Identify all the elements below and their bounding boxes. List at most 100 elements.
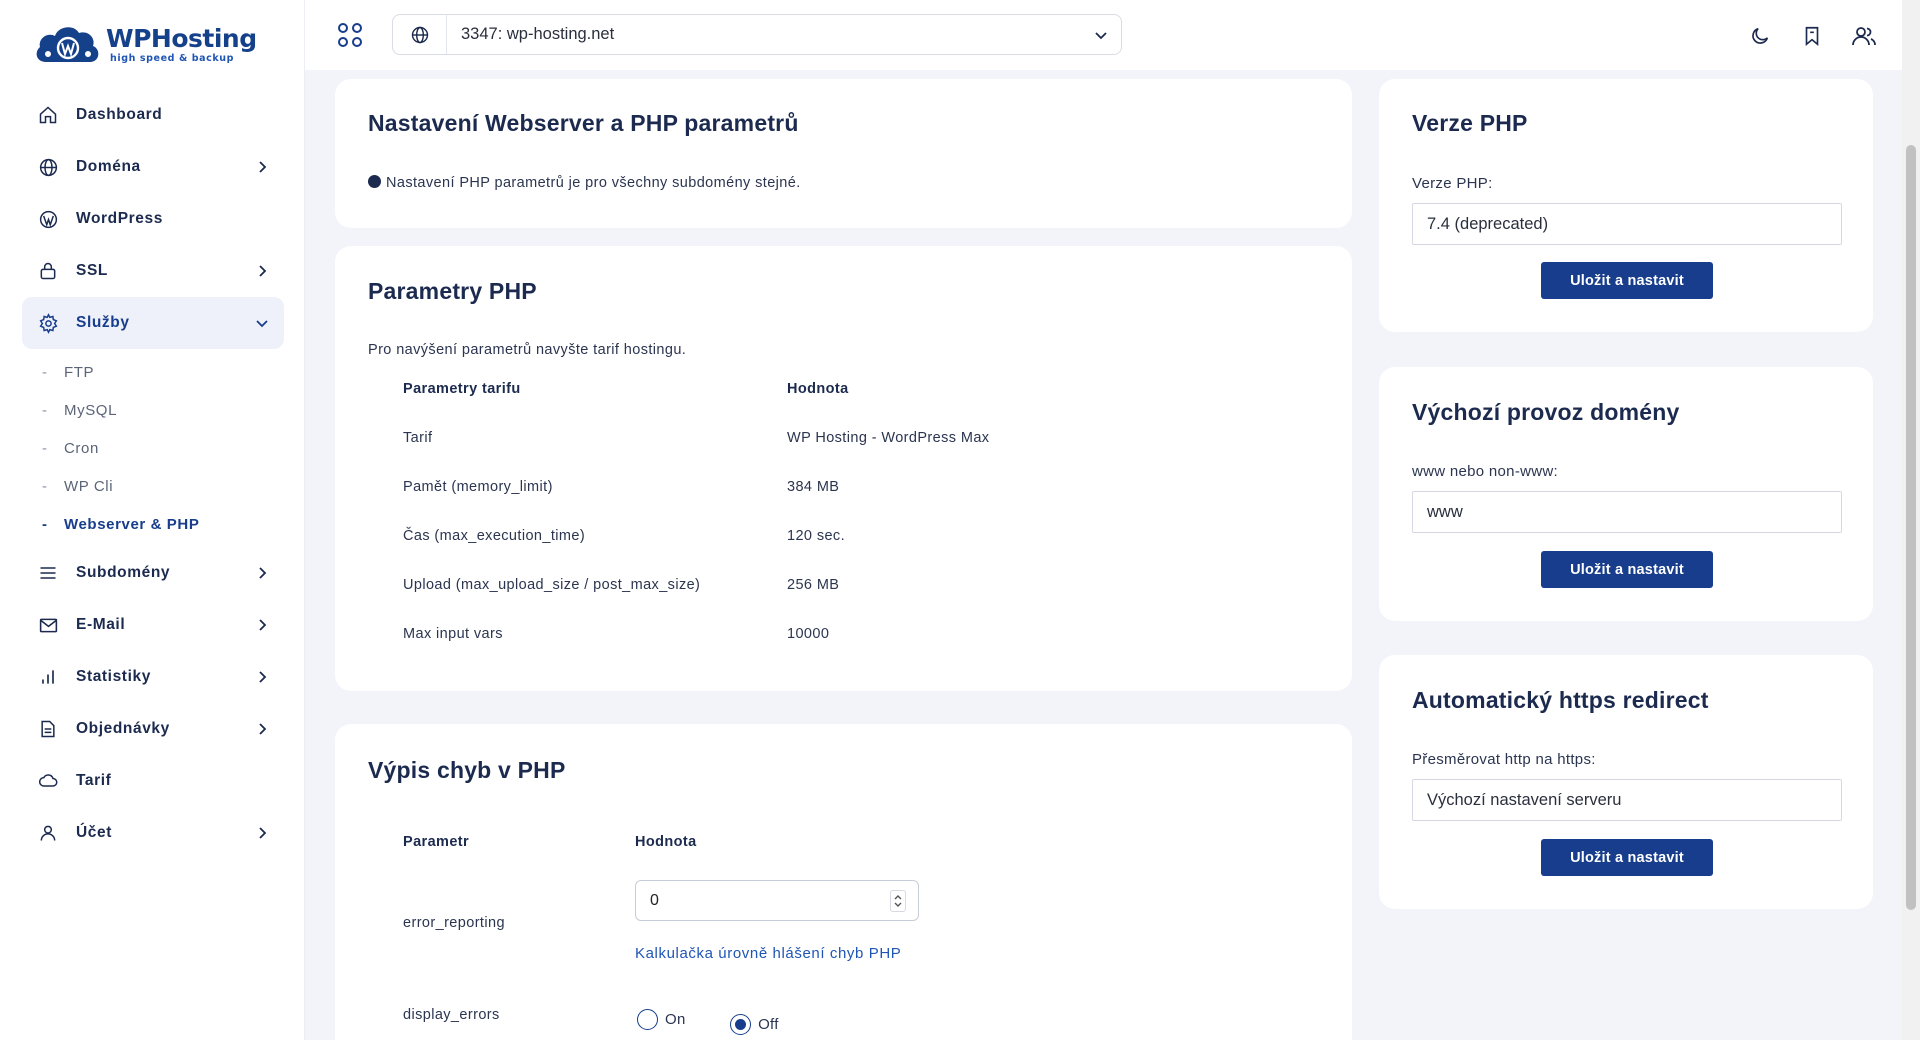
sidebar-item-ssl[interactable]: SSL [22,245,284,297]
sidebar-item-objednavky[interactable]: Objednávky [22,703,284,755]
bar-chart-icon [36,665,60,689]
brand-name: WPHosting [106,23,257,53]
number-stepper[interactable] [890,890,906,912]
card-title: Parametry PHP [368,278,537,304]
https-redirect-value: Výchozí nastavení serveru [1427,790,1622,809]
https-redirect-card: Automatický https redirect Přesměrovat h… [1379,655,1873,909]
apps-grid-icon[interactable] [337,22,363,48]
radio-circle [730,1014,752,1035]
php-version-card: Verze PHP Verze PHP: 7.4 (deprecated) Ul… [1379,79,1873,332]
field-label: Přesměrovat http na https: [1412,751,1596,768]
sidebar-item-wordpress[interactable]: WordPress [22,193,284,245]
php-version-value: 7.4 (deprecated) [1427,214,1549,233]
page-scrollbar[interactable] [1902,0,1920,1040]
sidebar-item-tarif[interactable]: Tarif [22,755,284,807]
webserver-settings-card: Nastavení Webserver a PHP parametrů Nast… [335,79,1352,228]
card-title: Nastavení Webserver a PHP parametrů [368,110,799,136]
sidebar-item-ucet[interactable]: Účet [22,807,284,859]
sidebar-item-label: Subdomény [76,564,171,581]
menu-icon [36,561,60,585]
chevron-right-icon [259,671,267,683]
save-https-redirect-button[interactable]: Uložit a nastavit [1541,839,1713,876]
sidebar-subitem-webserver-php[interactable]: - Webserver & PHP [42,505,284,543]
dark-mode-toggle[interactable] [1746,22,1774,50]
sidebar-item-label: Doména [76,158,141,175]
https-redirect-select[interactable]: Výchozí nastavení serveru [1412,779,1842,821]
sidebar-item-subdomeny[interactable]: Subdomény [22,547,284,599]
subitem-label: Webserver & PHP [64,515,200,533]
sidebar-subitem-wp-cli[interactable]: - WP Cli [42,467,284,505]
sidebar-item-domena[interactable]: Doména [22,141,284,193]
display-errors-radios: On Off [637,1009,819,1035]
radio-on[interactable]: On [637,1009,686,1030]
error-reporting-input[interactable]: 0 [635,880,919,921]
chevron-right-icon [259,619,267,631]
bullet-dot [368,175,381,188]
note-text: Nastavení PHP parametrů je pro všechny s… [386,175,801,191]
topbar-actions [1746,22,1878,50]
php-version-select[interactable]: 7.4 (deprecated) [1412,203,1842,245]
bookmark-button[interactable] [1798,22,1826,50]
cloud-icon [36,769,60,793]
dash-marker: - [42,439,48,457]
chevron-right-icon [259,723,267,735]
www-mode-value: www [1427,502,1463,521]
column-header: Parametry tarifu [403,380,521,397]
bookmark-icon [1805,26,1819,47]
globe-icon [36,155,60,179]
sidebar-subitem-cron[interactable]: - Cron [42,429,284,467]
brand-logo[interactable]: WPHosting high speed & backup [32,18,257,70]
www-mode-select[interactable]: www [1412,491,1842,533]
param-value: 384 MB [787,478,840,495]
radio-label: On [665,1011,686,1028]
chevron-right-icon [259,567,267,579]
sidebar-item-label: Objednávky [76,720,170,737]
php-errors-card: Výpis chyb v PHP Parametr Hodnota error_… [335,724,1352,1040]
card-title: Výchozí provoz domény [1412,399,1680,425]
dash-marker: - [42,401,48,419]
home-icon [36,103,60,127]
logo-cloud-icon [36,27,99,62]
save-www-mode-button[interactable]: Uložit a nastavit [1541,551,1713,588]
dash-marker: - [42,477,48,495]
sidebar-item-label: E-Mail [76,616,126,633]
sidebar-subitem-mysql[interactable]: - MySQL [42,391,284,429]
topbar: 3347: wp-hosting.net [305,0,1902,70]
card-title: Automatický https redirect [1412,687,1709,713]
sidebar-item-statistiky[interactable]: Statistiky [22,651,284,703]
subitem-label: Cron [64,439,99,457]
radio-off[interactable]: Off [730,1014,779,1035]
save-php-version-button[interactable]: Uložit a nastavit [1541,262,1713,299]
card-note: Pro navýšení parametrů navyšte tarif hos… [368,342,687,358]
sluzby-submenu: - FTP - MySQL - Cron - WP Cli - Webserver & P… [22,349,284,547]
field-label: Verze PHP: [1412,175,1493,192]
param-value: 10000 [787,625,830,642]
chevron-down-icon [256,320,268,328]
table-row: Tarif WP Hosting - WordPress Max [403,413,989,462]
users-button[interactable] [1850,22,1878,50]
sidebar-subitem-ftp[interactable]: - FTP [42,353,284,391]
domain-select[interactable]: 3347: wp-hosting.net [392,14,1122,55]
sidebar: WPHosting high speed & backup Dashboard … [0,0,305,1040]
card-note: Nastavení PHP parametrů je pro všechny s… [368,175,801,191]
sidebar-item-email[interactable]: E-Mail [22,599,284,651]
sidebar-item-label: SSL [76,262,108,279]
radio-label: Off [758,1016,779,1033]
param-value: WP Hosting - WordPress Max [787,429,990,446]
param-value: 120 sec. [787,527,846,544]
param-name: Tarif [403,429,433,446]
radio-selected-dot [735,1019,747,1030]
sidebar-item-label: Dashboard [76,106,163,123]
table-row: Max input vars 10000 [403,609,989,658]
scrollbar-thumb[interactable] [1906,145,1916,910]
table-header: Parametry tarifu Hodnota [403,364,989,413]
chevron-right-icon [259,265,267,277]
sidebar-item-sluzby[interactable]: Služby [22,297,284,349]
moon-icon [1752,27,1769,44]
users-icon [1852,27,1876,46]
column-header: Hodnota [787,380,849,397]
error-level-calculator-link[interactable]: Kalkulačka úrovně hlášení chyb PHP [635,945,901,962]
sidebar-item-dashboard[interactable]: Dashboard [22,89,284,141]
param-name: Čas (max_execution_time) [403,527,586,544]
table-row: Čas (max_execution_time) 120 sec. [403,511,989,560]
